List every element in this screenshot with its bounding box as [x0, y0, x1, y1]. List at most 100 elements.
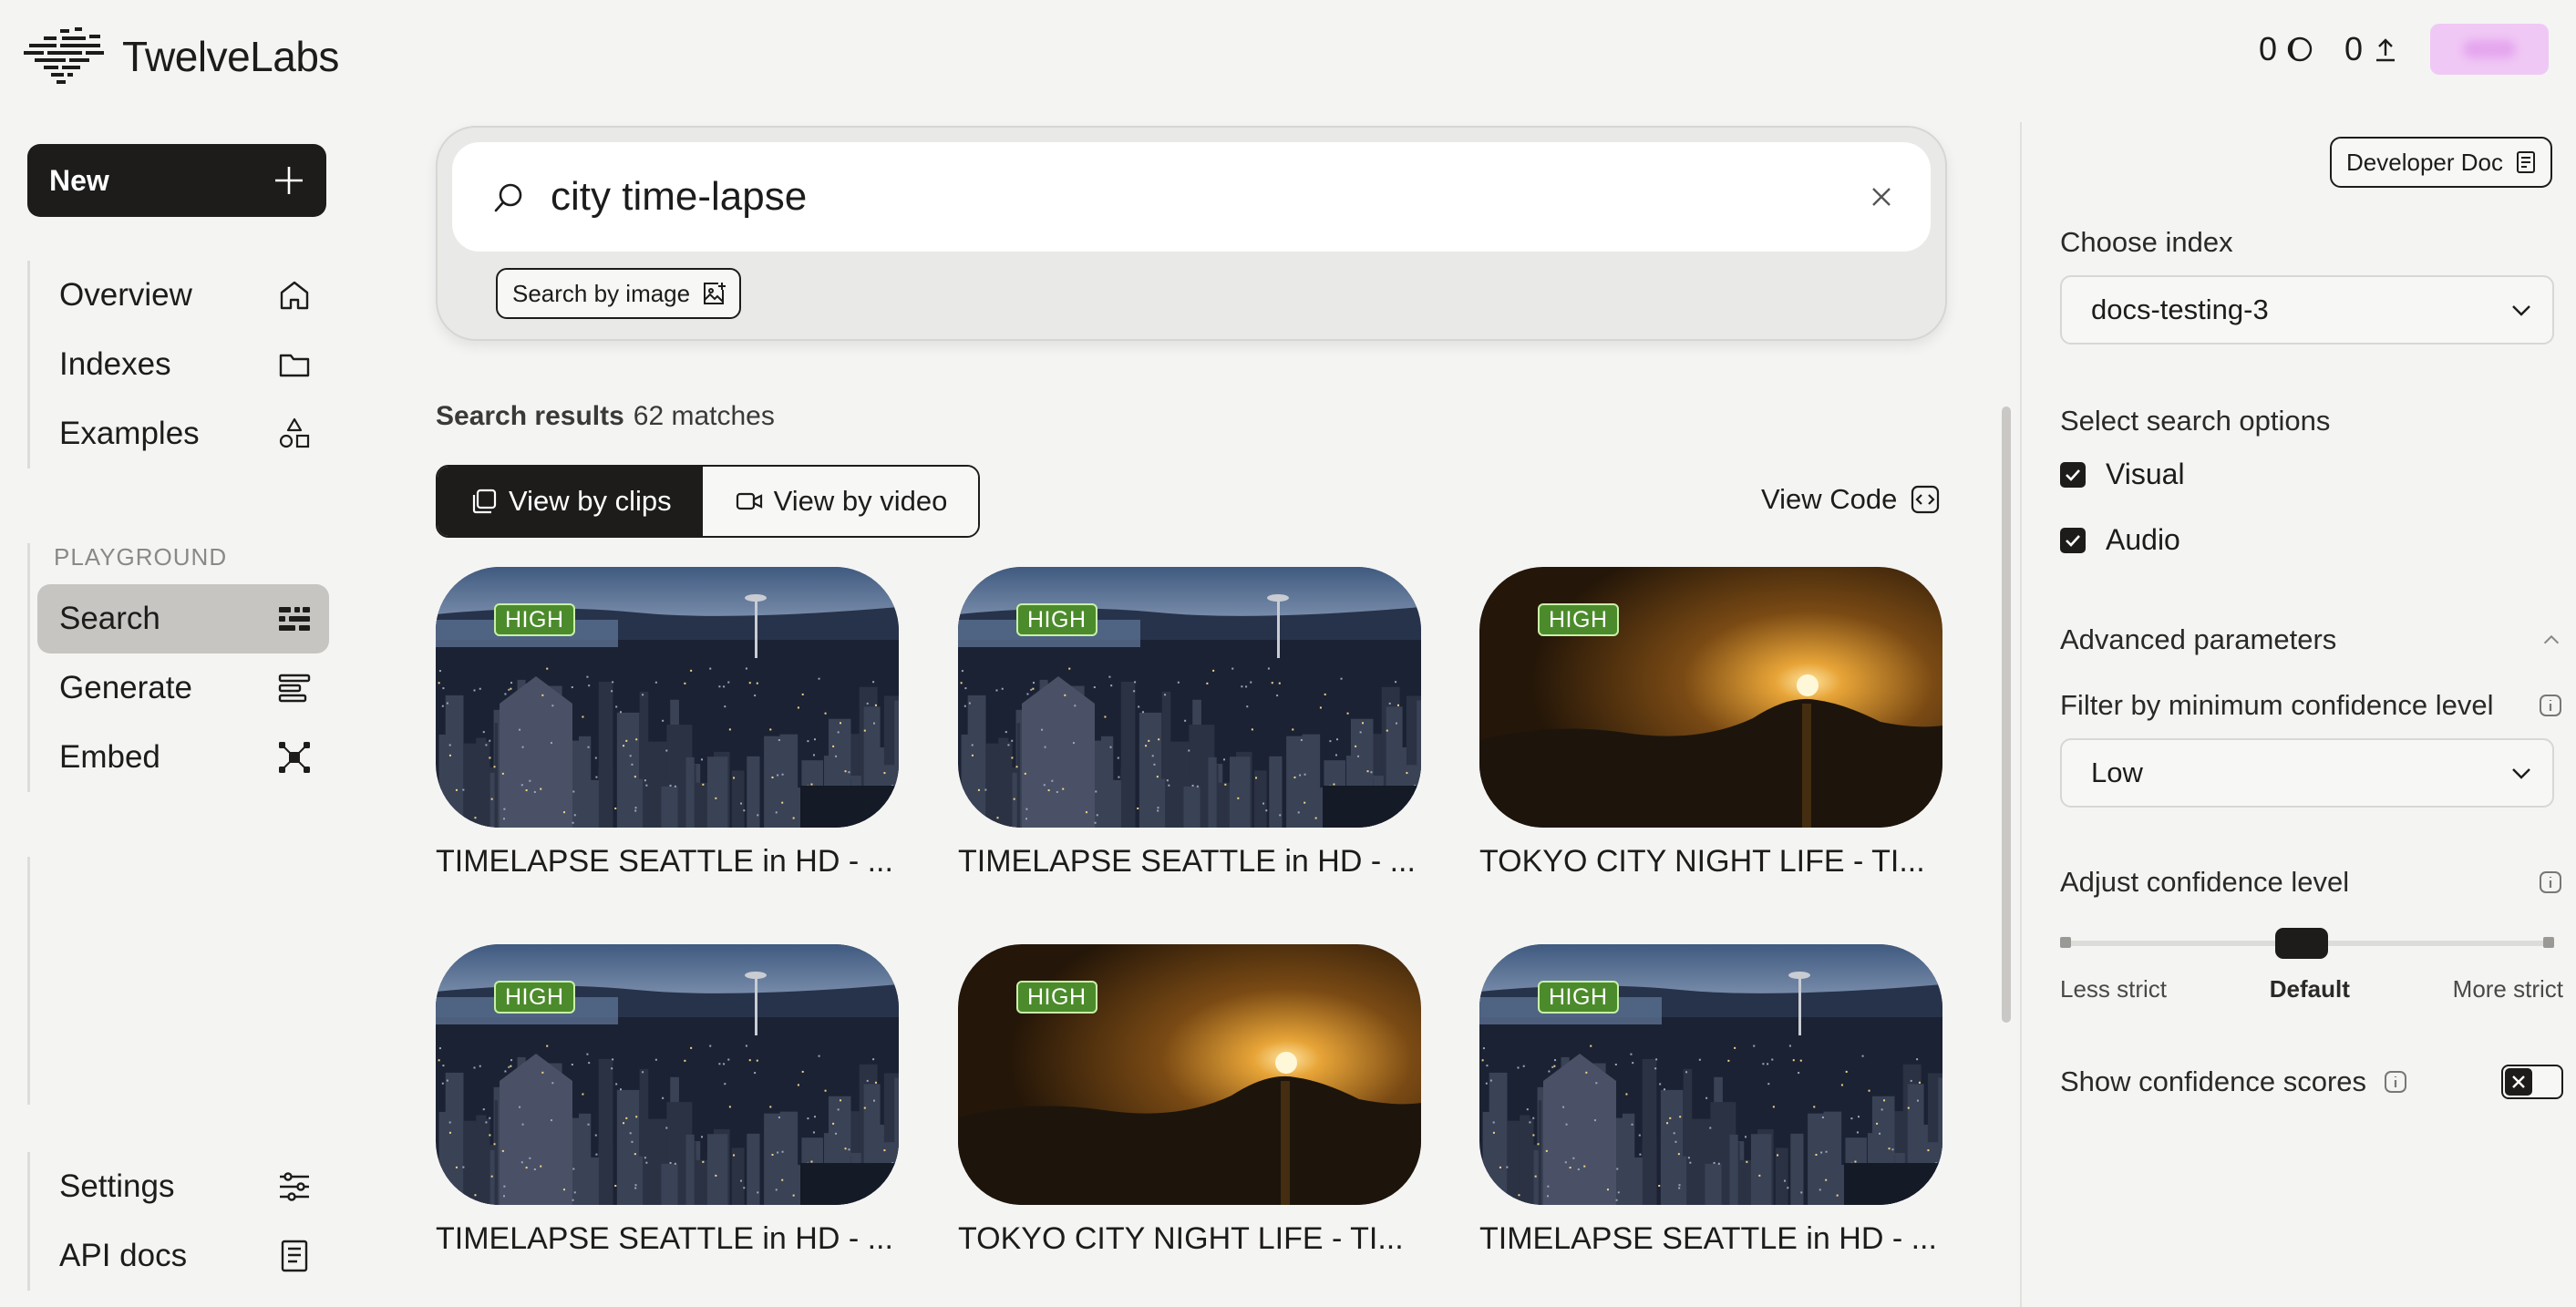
option-visual-label: Visual: [2106, 458, 2185, 490]
result-thumbnail[interactable]: HIGH: [1479, 567, 1942, 828]
search-input-box[interactable]: city time-lapse: [452, 142, 1931, 252]
confidence-badge: HIGH: [494, 603, 575, 636]
brand-name: TwelveLabs: [122, 33, 339, 80]
uploads-count: 0: [2344, 30, 2363, 67]
confidence-badge: HIGH: [1016, 603, 1097, 636]
nav-item-examples[interactable]: Examples: [37, 399, 329, 468]
uploads-counter[interactable]: 0: [2344, 30, 2399, 68]
result-card[interactable]: HIGH TOKYO CITY NIGHT LIFE - TI...: [958, 944, 1421, 1257]
result-card[interactable]: HIGH TIMELAPSE SEATTLE in HD - ...: [436, 567, 899, 880]
new-button[interactable]: New: [27, 144, 326, 217]
nav-label: Overview: [59, 277, 192, 313]
credits-counter[interactable]: 0: [2259, 30, 2313, 68]
nav-item-search[interactable]: Search: [37, 584, 329, 654]
view-by-clips-button[interactable]: View by clips: [438, 467, 703, 536]
view-by-video-label: View by video: [773, 485, 948, 517]
view-code-button[interactable]: View Code: [1761, 483, 1941, 516]
confidence-badge: HIGH: [1538, 981, 1619, 1014]
confidence-badge: HIGH: [1538, 603, 1619, 636]
nav-item-settings[interactable]: Settings: [37, 1152, 329, 1221]
shapes-icon: [279, 417, 310, 448]
filter-confidence-row: Filter by minimum confidence level: [2060, 689, 2563, 722]
show-scores-toggle[interactable]: [2501, 1065, 2563, 1099]
search-by-image-button[interactable]: Search by image: [496, 268, 742, 319]
nav-label: Indexes: [59, 346, 171, 382]
search-options-label: Select search options: [2060, 405, 2331, 437]
result-card[interactable]: HIGH TOKYO CITY NIGHT LIFE - TI...: [1479, 567, 1942, 880]
result-card[interactable]: HIGH TIMELAPSE SEATTLE in HD - ...: [1479, 944, 1942, 1257]
nav-item-generate[interactable]: Generate: [37, 654, 329, 723]
slider-label-more: More strict: [2452, 975, 2563, 1003]
video-camera-icon: [736, 492, 762, 510]
x-icon: [2512, 1075, 2525, 1088]
credits-moon-icon: [2287, 36, 2313, 62]
search-by-image-label: Search by image: [512, 279, 691, 307]
code-brackets-icon: [1911, 485, 1940, 514]
nav-label: API docs: [59, 1238, 188, 1273]
plus-icon: [275, 167, 303, 194]
bottom-nav: Settings API docs: [27, 1152, 329, 1291]
search-settings-panel: Developer Doc Choose index docs-testing-…: [2020, 122, 2576, 1307]
view-by-video-button[interactable]: View by video: [702, 467, 979, 536]
info-icon[interactable]: [2538, 693, 2563, 718]
checkbox-checked[interactable]: [2060, 461, 2086, 488]
info-icon[interactable]: [2383, 1069, 2408, 1095]
result-thumbnail[interactable]: HIGH: [436, 944, 899, 1205]
option-audio-checkbox[interactable]: Audio: [2060, 523, 2180, 557]
show-scores-label: Show confidence scores: [2060, 1065, 2367, 1097]
nav-item-overview[interactable]: Overview: [37, 261, 329, 330]
results-scrollbar[interactable]: [2002, 407, 2011, 1023]
result-title: TIMELAPSE SEATTLE in HD - ...: [436, 844, 893, 879]
option-visual-checkbox[interactable]: Visual: [2060, 458, 2185, 491]
results-label: Search results: [436, 401, 624, 431]
nav-item-api-docs[interactable]: API docs: [37, 1221, 329, 1291]
document-icon: [281, 1240, 308, 1272]
result-title: TIMELAPSE SEATTLE in HD - ...: [1479, 1221, 1937, 1256]
clips-icon: [472, 489, 497, 514]
nav-label: Search: [59, 601, 160, 636]
chevron-up-icon: [2543, 634, 2560, 644]
confidence-filter-select[interactable]: Low: [2060, 738, 2554, 808]
slider-label-default: Default: [2269, 975, 2350, 1003]
folder-icon: [279, 354, 310, 377]
developer-doc-button[interactable]: Developer Doc: [2330, 137, 2552, 188]
view-mode-toggle: View by clips View by video: [436, 465, 981, 538]
show-scores-row: Show confidence scores: [2060, 1065, 2563, 1099]
checkmark-icon: [2066, 534, 2080, 547]
advanced-parameters-toggle[interactable]: Advanced parameters: [2060, 623, 2563, 656]
embed-nodes-icon: [279, 742, 310, 773]
slider-labels: Less strict Default More strict: [2060, 975, 2563, 1003]
result-thumbnail[interactable]: HIGH: [1479, 944, 1942, 1205]
result-card[interactable]: HIGH TIMELAPSE SEATTLE in HD - ...: [958, 567, 1421, 880]
brand-logo[interactable]: TwelveLabs: [24, 26, 339, 87]
clear-search-icon[interactable]: [1869, 184, 1894, 210]
chevron-down-icon: [2512, 768, 2530, 779]
nav-item-indexes[interactable]: Indexes: [37, 330, 329, 399]
nav-item-embed[interactable]: Embed: [37, 723, 329, 792]
user-avatar[interactable]: [2430, 24, 2549, 75]
result-thumbnail[interactable]: HIGH: [436, 567, 899, 828]
nav-label: Settings: [59, 1168, 175, 1204]
index-select-value: docs-testing-3: [2091, 293, 2269, 325]
slider-label-less: Less strict: [2060, 975, 2168, 1003]
search-input[interactable]: city time-lapse: [551, 174, 1869, 220]
index-select[interactable]: docs-testing-3: [2060, 275, 2554, 345]
checkmark-icon: [2066, 468, 2080, 481]
result-thumbnail[interactable]: HIGH: [958, 944, 1421, 1205]
slider-stop-end: [2543, 937, 2554, 948]
result-thumbnail[interactable]: HIGH: [958, 567, 1421, 828]
info-icon[interactable]: [2538, 870, 2563, 895]
chevron-down-icon: [2512, 305, 2530, 316]
results-summary: Search results 62 matches: [436, 401, 775, 432]
result-card[interactable]: HIGH TIMELAPSE SEATTLE in HD - ...: [436, 944, 899, 1257]
confidence-slider-handle[interactable]: [2275, 928, 2328, 959]
nav-label: Generate: [59, 670, 192, 705]
result-title: TIMELAPSE SEATTLE in HD - ...: [436, 1221, 893, 1256]
results-count: 62 matches: [633, 401, 775, 431]
checkbox-checked[interactable]: [2060, 527, 2086, 553]
filter-confidence-label: Filter by minimum confidence level: [2060, 689, 2494, 721]
option-audio-label: Audio: [2106, 523, 2180, 556]
header-actions: 0 0: [2259, 24, 2549, 75]
nav-label: Examples: [59, 416, 200, 451]
new-button-label: New: [49, 163, 109, 197]
